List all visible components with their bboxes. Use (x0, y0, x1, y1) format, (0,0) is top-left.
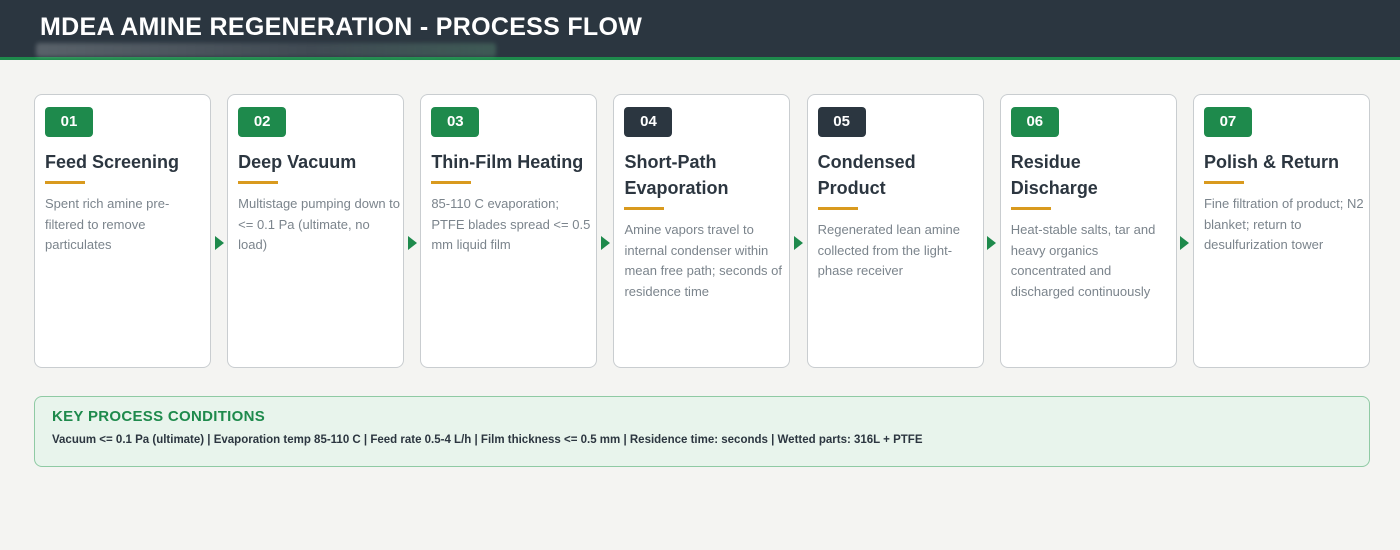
step-number-badge: 04 (624, 107, 673, 137)
step-description: Regenerated lean amine collected from th… (817, 222, 961, 278)
step-title: Thin-Film Heating (431, 152, 584, 172)
arrow-right-icon (211, 118, 227, 368)
title-underline (431, 181, 472, 184)
step-number-badge: 03 (431, 107, 480, 137)
step-description: Fine filtration of product; N2 blanket; … (1203, 196, 1364, 252)
step-description: Spent rich amine pre-filtered to remove … (45, 196, 170, 252)
step-card-02: 02 Deep Vacuum Multistage pumping down t… (227, 94, 405, 368)
step-card-07: 07 Polish & Return Fine filtration of pr… (1192, 94, 1370, 368)
blurred-subtitle (36, 43, 496, 57)
title-underline (45, 181, 85, 184)
step-number-badge: 02 (238, 107, 287, 137)
step-card-03: 03 Thin-Film Heating 85-110 C evaporatio… (420, 94, 598, 368)
step-title: Deep Vacuum (238, 152, 357, 172)
step-card-01: 01 Feed Screening Spent rich amine pre-f… (34, 94, 211, 368)
conditions-heading: KEY PROCESS CONDITIONS (52, 408, 266, 425)
step-description: Multistage pumping down to <= 0.1 Pa (ul… (238, 196, 401, 252)
step-number-badge: 01 (45, 107, 93, 137)
arrow-right-icon (404, 118, 420, 368)
step-title: Short-Path Evaporation (624, 152, 729, 198)
step-title: Feed Screening (45, 152, 180, 172)
step-title: Residue Discharge (1010, 152, 1098, 198)
step-card-06: 06 Residue Discharge Heat-stable salts, … (999, 94, 1177, 368)
process-flow: 01 Feed Screening Spent rich amine pre-f… (34, 94, 1370, 368)
step-card-04: 04 Short-Path Evaporation Amine vapors t… (613, 94, 791, 368)
step-number-badge: 07 (1203, 107, 1252, 137)
title-underline (624, 207, 665, 210)
step-description: Amine vapors travel to internal condense… (624, 222, 783, 299)
page-title: MDEA AMINE REGENERATION - PROCESS FLOW (40, 13, 643, 41)
arrow-right-icon (597, 118, 613, 368)
conditions-summary: Vacuum <= 0.1 Pa (ultimate) | Evaporatio… (52, 434, 923, 446)
step-number-badge: 05 (817, 107, 866, 137)
key-process-conditions-panel: KEY PROCESS CONDITIONS Vacuum <= 0.1 Pa … (34, 396, 1370, 467)
step-title: Condensed Product (817, 152, 916, 198)
step-title: Polish & Return (1203, 152, 1339, 172)
step-description: Heat-stable salts, tar and heavy organic… (1010, 222, 1156, 299)
arrow-right-icon (984, 118, 1000, 368)
title-underline (238, 181, 279, 184)
header-bar: MDEA AMINE REGENERATION - PROCESS FLOW (0, 0, 1400, 60)
step-number-badge: 06 (1010, 107, 1059, 137)
title-underline (817, 207, 858, 210)
title-underline (1203, 181, 1244, 184)
title-underline (1010, 207, 1051, 210)
arrow-right-icon (791, 118, 807, 368)
step-card-05: 05 Condensed Product Regenerated lean am… (806, 94, 984, 368)
step-description: 85-110 C evaporation; PTFE blades spread… (431, 196, 591, 252)
arrow-right-icon (1177, 118, 1193, 368)
